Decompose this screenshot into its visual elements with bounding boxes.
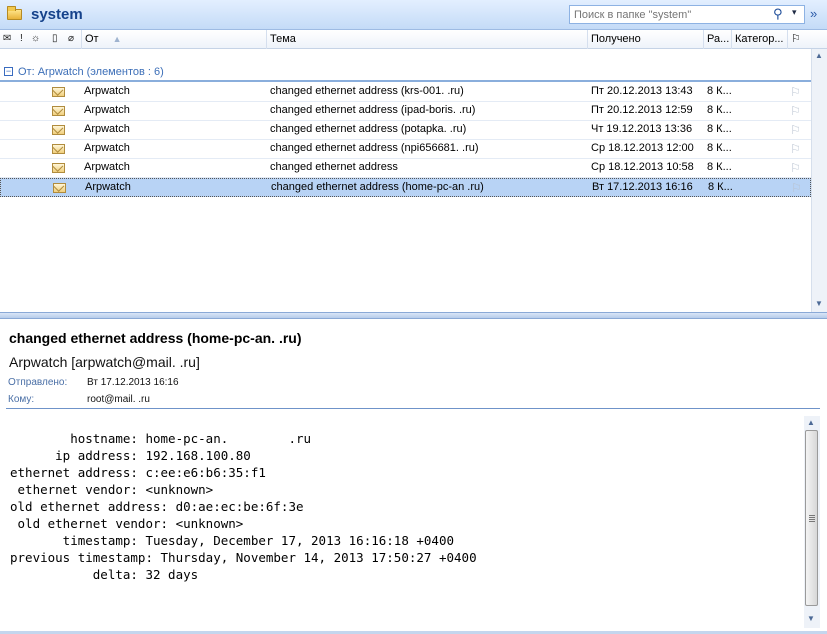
message-received: Вт 17.12.2013 16:16 <box>592 181 693 193</box>
scroll-up-icon[interactable]: ▲ <box>807 418 815 427</box>
message-received: Чт 19.12.2013 13:36 <box>591 123 693 135</box>
message-row[interactable]: Arpwatch changed ethernet address (npi65… <box>0 140 811 159</box>
message-list-scrollbar[interactable]: ▲ ▼ <box>811 49 827 312</box>
column-size-label: Ра... <box>707 33 730 45</box>
envelope-read-icon <box>52 144 65 154</box>
envelope-read-icon <box>52 106 65 116</box>
message-row-selected[interactable]: Arpwatch changed ethernet address (home-… <box>0 178 811 197</box>
message-received: Пт 20.12.2013 13:43 <box>591 85 693 97</box>
pane-splitter[interactable] <box>0 312 827 319</box>
column-received[interactable]: Получено <box>588 30 704 49</box>
message-size: 8 К... <box>707 142 732 154</box>
to-value[interactable]: root@mail. .ru <box>87 394 150 405</box>
column-from-label: От <box>85 33 99 45</box>
envelope-read-icon <box>53 183 66 193</box>
column-category[interactable]: Категор... <box>732 30 788 49</box>
message-size: 8 К... <box>707 161 732 173</box>
message-received: Ср 18.12.2013 10:58 <box>591 161 694 173</box>
column-flag[interactable]: ⚐ <box>788 30 807 49</box>
sent-value: Вт 17.12.2013 16:16 <box>87 377 179 388</box>
message-subject: changed ethernet address <box>270 161 398 173</box>
header-divider <box>6 408 820 409</box>
message-received: Ср 18.12.2013 12:00 <box>591 142 694 154</box>
column-size[interactable]: Ра... <box>704 30 732 49</box>
message-size: 8 К... <box>707 85 732 97</box>
scroll-thumb[interactable] <box>805 430 818 606</box>
envelope-read-icon <box>52 87 65 97</box>
message-from: Arpwatch <box>84 104 130 116</box>
message-subject: changed ethernet address (potapka. .ru) <box>270 123 467 135</box>
scroll-grip-icon <box>809 515 815 522</box>
message-from: Arpwatch <box>84 161 130 173</box>
reading-subject: changed ethernet address (home-pc-an. .r… <box>9 330 302 346</box>
sort-ascending-icon: ▲ <box>112 34 122 44</box>
column-icons[interactable]: ✉ ! ☼ ▯ ⌀ <box>0 30 82 49</box>
type-column-icon[interactable]: ▯ <box>52 32 58 46</box>
column-header-row: ✉ ! ☼ ▯ ⌀ От ▲ Тема Получено Ра... Катего… <box>0 30 827 49</box>
envelope-read-icon <box>52 125 65 135</box>
folder-title: system <box>31 6 83 23</box>
expand-pane-icon[interactable]: » <box>810 6 817 21</box>
scroll-down-icon[interactable]: ▼ <box>815 299 823 308</box>
message-from: Arpwatch <box>84 142 130 154</box>
column-received-label: Получено <box>591 33 641 45</box>
flag-icon[interactable]: ⚐ <box>790 123 801 137</box>
flag-icon[interactable]: ⚐ <box>790 161 801 175</box>
flag-icon[interactable]: ⚐ <box>790 104 801 118</box>
flag-column-icon: ⚐ <box>791 33 801 45</box>
column-from[interactable]: От ▲ <box>82 30 267 49</box>
message-row[interactable]: Arpwatch changed ethernet address (krs-0… <box>0 83 811 102</box>
group-header[interactable]: − От: Arpwatch (элементов : 6) <box>0 64 827 82</box>
message-subject: changed ethernet address (ipad-boris. .r… <box>270 104 476 116</box>
column-subject[interactable]: Тема <box>267 30 588 49</box>
flag-icon[interactable]: ⚐ <box>790 142 801 156</box>
message-size: 8 К... <box>708 181 733 193</box>
column-subject-label: Тема <box>270 33 296 45</box>
message-row[interactable]: Arpwatch changed ethernet address (ipad-… <box>0 102 811 121</box>
sent-label: Отправлено: <box>8 377 68 388</box>
message-from: Arpwatch <box>84 123 130 135</box>
collapse-group-icon[interactable]: − <box>4 67 13 76</box>
folder-title-bar: system ⚲ ▾ » <box>0 0 827 30</box>
search-box[interactable]: ⚲ ▾ <box>569 5 805 24</box>
search-options-dropdown-icon[interactable]: ▾ <box>792 7 797 18</box>
message-subject: changed ethernet address (npi656681. .ru… <box>270 142 479 154</box>
search-icon[interactable]: ⚲ <box>773 6 783 22</box>
flag-icon[interactable]: ⚐ <box>791 181 802 195</box>
message-row[interactable]: Arpwatch changed ethernet address Ср 18.… <box>0 159 811 178</box>
message-body: hostname: home-pc-an. .ru ip address: 19… <box>10 431 477 582</box>
group-label: От: Arpwatch (элементов : 6) <box>18 66 164 78</box>
importance-column-icon[interactable]: ✉ <box>3 32 11 46</box>
message-received: Пт 20.12.2013 12:59 <box>591 104 693 116</box>
scroll-down-icon[interactable]: ▼ <box>807 614 815 623</box>
reminder-column-icon[interactable]: ☼ <box>31 32 40 46</box>
reading-pane: changed ethernet address (home-pc-an. .r… <box>0 319 827 634</box>
envelope-read-icon <box>52 163 65 173</box>
priority-column-icon[interactable]: ! <box>20 32 23 46</box>
search-input[interactable] <box>574 7 764 22</box>
message-subject: changed ethernet address (home-pc-an .ru… <box>271 181 484 193</box>
message-from: Arpwatch <box>85 181 131 193</box>
message-subject: changed ethernet address (krs-001. .ru) <box>270 85 464 97</box>
flag-icon[interactable]: ⚐ <box>790 85 801 99</box>
message-from: Arpwatch <box>84 85 130 97</box>
message-size: 8 К... <box>707 123 732 135</box>
reading-sender[interactable]: Arpwatch [arpwatch@mail. .ru] <box>9 354 200 370</box>
message-row[interactable]: Arpwatch changed ethernet address (potap… <box>0 121 811 140</box>
scroll-up-icon[interactable]: ▲ <box>815 51 823 60</box>
folder-icon <box>7 6 22 20</box>
reading-pane-scrollbar[interactable]: ▲ ▼ <box>804 416 820 628</box>
message-size: 8 К... <box>707 104 732 116</box>
attachment-column-icon[interactable]: ⌀ <box>68 32 74 46</box>
column-category-label: Категор... <box>735 33 784 45</box>
to-label: Кому: <box>8 394 35 405</box>
